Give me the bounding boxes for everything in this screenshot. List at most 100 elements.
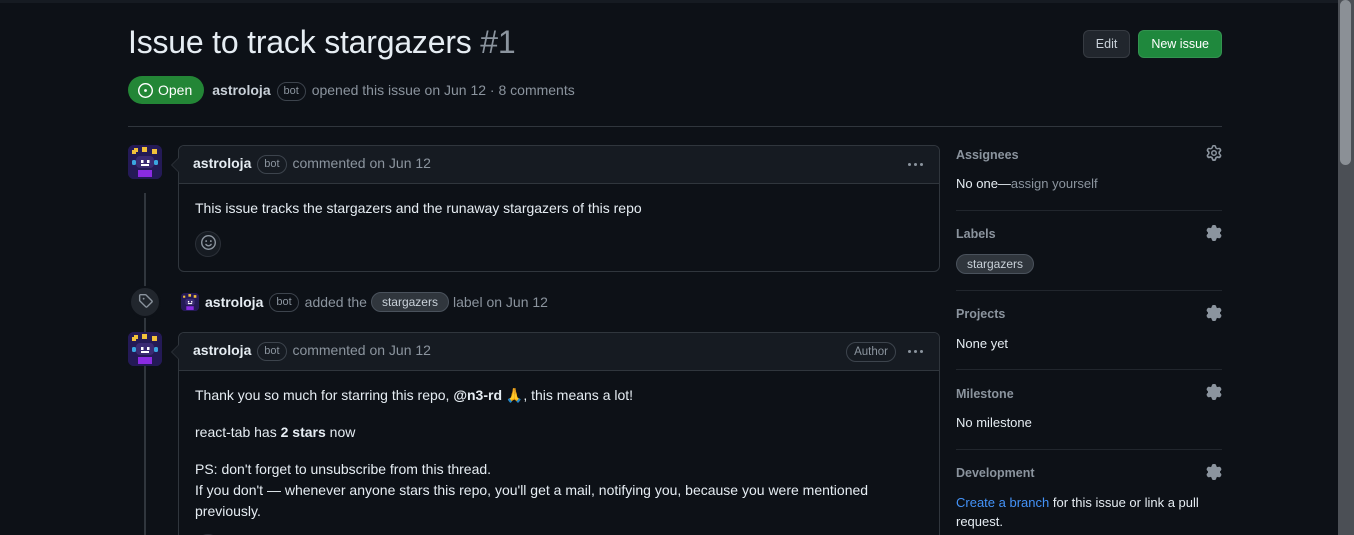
assignees-value: No one—assign yourself [956, 174, 1222, 194]
avatar[interactable] [128, 332, 162, 366]
comment-body: This issue tracks the stargazers and the… [179, 184, 939, 227]
comment-author-link[interactable]: astroloja [193, 155, 251, 171]
comment-paragraph: This issue tracks the stargazers and the… [195, 200, 642, 216]
projects-value: None yet [956, 335, 1009, 351]
thanks-text-a: Thank you so much for starring this repo… [195, 387, 454, 403]
event-author-link[interactable]: astroloja [205, 294, 263, 310]
create-branch-link[interactable]: Create a branch [956, 495, 1049, 510]
assignees-title: Assignees [956, 147, 1019, 162]
sidebar-section-header: Development [956, 463, 1222, 483]
scrollbar-thumb[interactable] [1340, 0, 1351, 165]
sidebar-section-development: Development Create a branch for this iss… [956, 448, 1222, 535]
assign-yourself-link[interactable]: assign yourself [1011, 176, 1098, 191]
avatar[interactable] [181, 293, 199, 311]
development-title: Development [956, 466, 1035, 480]
gear-icon[interactable] [1206, 304, 1222, 324]
timeline-event-label-added: astroloja bot added the stargazers label… [128, 286, 940, 318]
issue-body: astroloja bot commented on Jun 12 This i… [128, 145, 1222, 535]
smiley-icon [200, 235, 216, 253]
issue-title-text: Issue to track stargazers [128, 24, 472, 60]
mention-link[interactable]: @n3-rd [453, 387, 502, 403]
page-scrollbar[interactable] [1338, 0, 1354, 535]
ps-line-1: PS: don't forget to unsubscribe from thi… [195, 461, 492, 477]
ps-line-2: If you don't — whenever anyone stars thi… [195, 482, 869, 519]
projects-title: Projects [956, 307, 1006, 321]
new-issue-button[interactable]: New issue [1138, 30, 1222, 58]
development-value: Create a branch for this issue or link a… [956, 493, 1222, 532]
event-tail-text: label on Jun 12 [452, 294, 548, 310]
bot-badge: bot [276, 81, 306, 101]
comment-box: astroloja bot commented on Jun 12 This i… [171, 145, 940, 272]
event-action-text: added the [304, 294, 367, 310]
comment-timestamp: commented on Jun 12 [292, 155, 431, 171]
comment-box: astroloja bot commented on Jun 12 Author… [171, 332, 940, 535]
event-text: astroloja bot added the stargazers label… [181, 292, 548, 312]
star-count: 2 stars [280, 424, 326, 440]
author-badge: Author [846, 341, 896, 362]
label-pill[interactable]: stargazers [370, 292, 449, 312]
sidebar-section-header: Assignees [956, 145, 1222, 164]
issue-open-icon [138, 82, 153, 98]
comment-paragraph-3: PS: don't forget to unsubscribe from thi… [195, 459, 923, 522]
sidebar-section-projects: Projects None yet [956, 289, 1222, 370]
comment-header: astroloja bot commented on Jun 12 [179, 146, 939, 184]
stars-text-a: react-tab has [195, 424, 281, 440]
comment-header: astroloja bot commented on Jun 12 Author [179, 333, 939, 371]
comment-author-link[interactable]: astroloja [193, 342, 251, 358]
sidebar-section-header: Labels [956, 224, 1222, 244]
thanks-text-b: , this means a lot! [523, 387, 634, 403]
assignees-none: No one [956, 176, 998, 191]
comment-body: Thank you so much for starring this repo… [179, 371, 939, 530]
comment-menu-icon[interactable] [906, 159, 925, 170]
label-pill[interactable]: stargazers [956, 253, 1035, 274]
timeline-comment-2: astroloja bot commented on Jun 12 Author… [128, 332, 940, 535]
edit-button[interactable]: Edit [1082, 30, 1131, 58]
sidebar-section-labels: Labels stargazers [956, 209, 1222, 290]
gear-icon[interactable] [1206, 384, 1222, 403]
header-divider [128, 126, 1222, 127]
milestone-value: No milestone [956, 415, 1032, 430]
comment-paragraph-2: react-tab has 2 stars now [195, 422, 923, 443]
timeline-column: astroloja bot commented on Jun 12 This i… [128, 145, 940, 535]
bot-badge: bot [257, 342, 287, 361]
page-title: Issue to track stargazers #1 [128, 22, 516, 62]
reaction-row [179, 530, 939, 535]
issue-sidebar: Assignees No one—assign yourself Labels [940, 145, 1222, 535]
comment-menu-icon[interactable] [906, 346, 925, 357]
label-event-badge [129, 286, 161, 318]
issue-meta: astroloja bot opened this issue on Jun 1… [212, 80, 575, 101]
milestone-title: Milestone [956, 386, 1014, 401]
timeline-comment-1: astroloja bot commented on Jun 12 This i… [128, 145, 940, 272]
sidebar-section-header: Milestone [956, 384, 1222, 403]
stars-text-b: now [325, 424, 356, 440]
gear-icon[interactable] [1206, 463, 1222, 483]
status-badge-label: Open [158, 82, 193, 98]
labels-title: Labels [956, 227, 996, 241]
comment-paragraph-1: Thank you so much for starring this repo… [195, 385, 923, 406]
comment-header-meta: astroloja bot commented on Jun 12 [193, 155, 431, 174]
issue-content-container: Issue to track stargazers #1 Edit New is… [128, 0, 1222, 535]
add-reaction-button[interactable] [195, 231, 221, 257]
issue-state-row: Open astroloja bot opened this issue on … [128, 76, 1222, 104]
status-badge: Open [128, 76, 205, 104]
bot-badge: bot [257, 155, 287, 174]
github-issue-page: Issue to track stargazers #1 Edit New is… [0, 0, 1354, 535]
issue-author-link[interactable]: astroloja [212, 82, 270, 98]
reaction-row [179, 227, 939, 271]
comment-header-meta: astroloja bot commented on Jun 12 [193, 342, 431, 361]
gear-icon[interactable] [1206, 145, 1222, 164]
sidebar-section-header: Projects [956, 304, 1222, 324]
comment-header-actions [906, 159, 925, 170]
gear-icon[interactable] [1206, 224, 1222, 244]
pray-emoji: 🙏 [505, 387, 524, 403]
issue-number: #1 [480, 24, 516, 60]
issue-header: Issue to track stargazers #1 Edit New is… [128, 0, 1222, 62]
assignees-dash: — [997, 176, 1011, 191]
issue-meta-text: opened this issue on Jun 12 · 8 comments [311, 81, 575, 98]
avatar[interactable] [128, 145, 162, 179]
sidebar-section-assignees: Assignees No one—assign yourself [956, 145, 1222, 210]
comment-timestamp: commented on Jun 12 [292, 342, 431, 358]
header-actions: Edit New issue [1082, 22, 1222, 58]
comment-header-actions: Author [846, 341, 925, 362]
bot-badge: bot [269, 292, 299, 312]
